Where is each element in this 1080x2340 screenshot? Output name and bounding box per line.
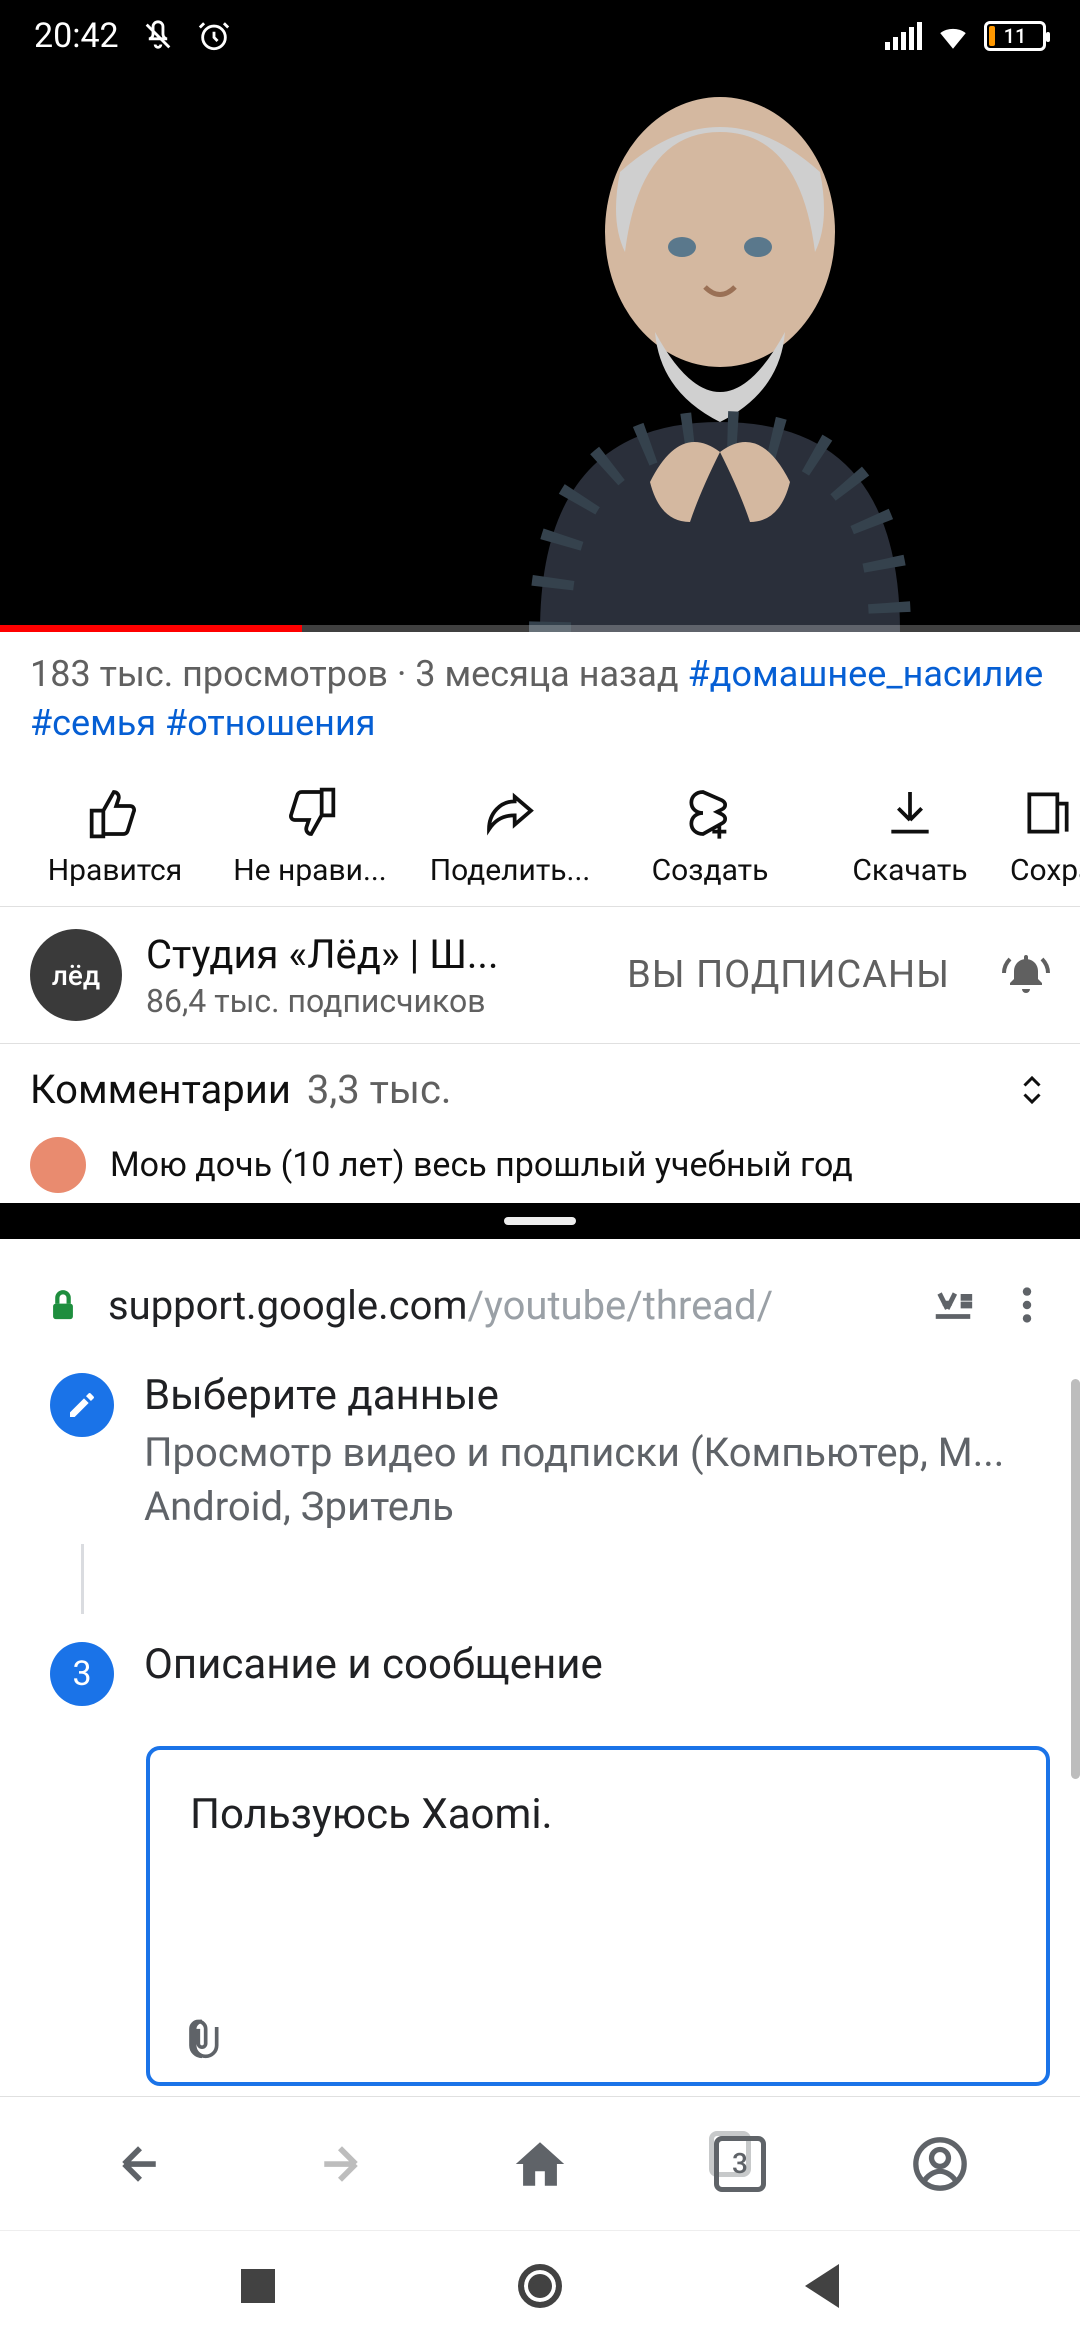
wizard-step-3: 3 Описание и сообщение: [50, 1640, 1050, 1706]
browser-toolbar: 3: [0, 2096, 1080, 2230]
nav-back-button[interactable]: [805, 2264, 839, 2308]
step-title: Выберите данные: [144, 1371, 1004, 1420]
home-button[interactable]: [510, 2134, 570, 2194]
video-player[interactable]: [0, 72, 1080, 632]
video-thumbnail-figure: [420, 92, 1020, 632]
attach-icon[interactable]: [180, 2012, 224, 2064]
thumbs-up-icon: [87, 785, 143, 841]
url-bar[interactable]: support.google.com/youtube/thread/: [0, 1239, 1080, 1371]
channel-name: Студия «Лёд» | Ш...: [146, 931, 593, 978]
action-bar: Нравится Не нрави... Поделить... Создать…: [0, 761, 1080, 907]
hashtag-link[interactable]: #домашнее_насилие: [688, 653, 1044, 695]
profile-button[interactable]: [910, 2134, 970, 2194]
home-icon: [511, 2135, 569, 2193]
step-number-badge: 3: [50, 1642, 114, 1706]
profile-icon: [911, 2135, 969, 2193]
message-textarea[interactable]: Пользуюсь Xaomi.: [146, 1746, 1050, 2086]
channel-row[interactable]: лёд Студия «Лёд» | Ш... 86,4 тыс. подпис…: [0, 907, 1080, 1044]
wizard-step-2[interactable]: Выберите данные Просмотр видео и подписк…: [50, 1371, 1050, 1534]
android-nav-bar: [0, 2230, 1080, 2340]
alarm-icon: [197, 19, 231, 53]
video-progress-bar[interactable]: [0, 625, 1080, 632]
browser-pane: support.google.com/youtube/thread/ Выбер…: [0, 1239, 1080, 2230]
subscribed-label[interactable]: ВЫ ПОДПИСАНЫ: [617, 953, 960, 997]
hashtag-link[interactable]: #отношения: [165, 702, 375, 744]
nav-recents-button[interactable]: [241, 2269, 275, 2303]
step-desc: Просмотр видео и подписки (Компьютер, М.…: [144, 1426, 1004, 1534]
edit-step-badge[interactable]: [50, 1373, 114, 1437]
tabs-button[interactable]: 3: [710, 2134, 770, 2194]
arrow-right-icon: [313, 2137, 367, 2191]
lock-icon: [46, 1285, 80, 1325]
hashtag-link[interactable]: #семья: [30, 702, 156, 744]
save-button[interactable]: Сохра: [1010, 785, 1080, 888]
subscriber-count: 86,4 тыс. подписчиков: [146, 982, 593, 1020]
nav-home-button[interactable]: [518, 2264, 562, 2308]
download-icon: [882, 785, 938, 841]
tab-count: 3: [714, 2136, 766, 2192]
arrow-left-icon: [113, 2137, 167, 2191]
commenter-avatar: [30, 1137, 86, 1193]
url-text: support.google.com/youtube/thread/: [108, 1282, 902, 1329]
shorts-create-icon: [682, 785, 738, 841]
split-screen-divider[interactable]: [0, 1203, 1080, 1239]
share-button[interactable]: Поделить...: [410, 785, 610, 888]
comments-section[interactable]: Комментарии 3,3 тыс. Мою дочь (10 лет) в…: [0, 1044, 1080, 1203]
like-button[interactable]: Нравится: [20, 785, 210, 888]
notification-bell-icon[interactable]: [1002, 951, 1050, 999]
reader-mode-icon[interactable]: [930, 1282, 976, 1328]
clock: 20:42: [34, 16, 119, 56]
wifi-icon: [936, 19, 970, 53]
comments-title: Комментарии: [30, 1066, 291, 1113]
comment-preview[interactable]: Мою дочь (10 лет) весь прошлый учебный г…: [30, 1137, 1050, 1193]
dislike-button[interactable]: Не нрави...: [210, 785, 410, 888]
save-icon: [1020, 785, 1076, 841]
pencil-icon: [66, 1389, 98, 1421]
share-icon: [482, 785, 538, 841]
status-bar: 20:42 11: [0, 0, 1080, 72]
create-button[interactable]: Создать: [610, 785, 810, 888]
scroll-indicator[interactable]: [1071, 1379, 1080, 1779]
mute-icon: [141, 19, 175, 53]
message-text: Пользуюсь Xaomi.: [190, 1790, 1006, 1839]
view-count: 183 тыс. просмотров: [30, 653, 388, 695]
video-meta-row[interactable]: 183 тыс. просмотров · 3 месяца назад #до…: [0, 632, 1080, 761]
publish-age: 3 месяца назад: [415, 653, 687, 695]
back-button[interactable]: [110, 2134, 170, 2194]
signal-icon: [885, 22, 922, 50]
forward-button[interactable]: [310, 2134, 370, 2194]
thumbs-down-icon: [282, 785, 338, 841]
more-menu-icon[interactable]: [1004, 1282, 1050, 1328]
download-button[interactable]: Скачать: [810, 785, 1010, 888]
battery-indicator: 11: [984, 21, 1046, 51]
channel-avatar[interactable]: лёд: [30, 929, 122, 1021]
step-title: Описание и сообщение: [144, 1640, 603, 1689]
expand-collapse-icon[interactable]: [1014, 1072, 1050, 1108]
comments-count: 3,3 тыс.: [307, 1066, 452, 1113]
comment-text: Мою дочь (10 лет) весь прошлый учебный г…: [110, 1145, 853, 1185]
